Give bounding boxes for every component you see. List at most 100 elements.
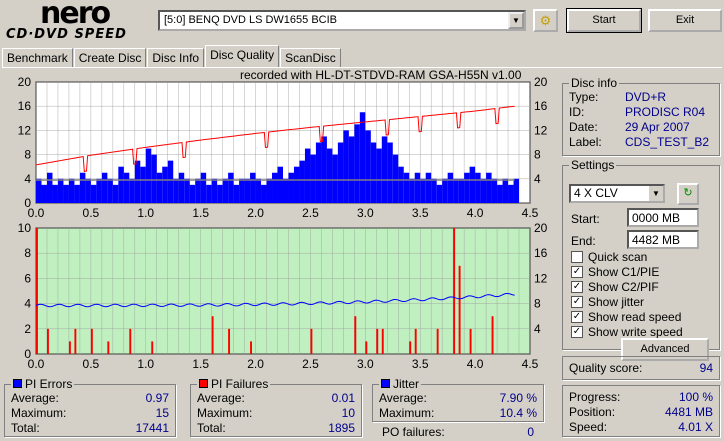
y2-tick-label: 20 <box>534 221 548 235</box>
pi-error-bar <box>337 142 344 203</box>
pi-failure-bar <box>46 328 49 354</box>
checkbox-icon[interactable]: ✓ <box>571 325 583 338</box>
pi-error-bar <box>162 166 168 203</box>
pi-error-bar <box>464 172 470 203</box>
pi-error-bar <box>359 112 366 203</box>
pi-error-bar <box>299 160 305 203</box>
stat-label: Date: <box>569 120 598 134</box>
chevron-down-icon[interactable]: ▼ <box>508 12 524 29</box>
pi-error-bar <box>508 184 514 203</box>
stat-row: Total: 17441 <box>11 421 169 436</box>
pi-error-bar <box>63 184 69 203</box>
y-tick-label: 4 <box>24 172 31 186</box>
stat-label: Maximum: <box>197 406 253 420</box>
pi-error-bar <box>57 178 64 203</box>
tab-create-disc[interactable]: Create Disc <box>73 48 147 67</box>
checkbox-quick-scan[interactable]: Quick scan <box>571 249 683 264</box>
pi-error-bar <box>513 178 520 203</box>
pi-failures-group: PI Failures Average: 0.01 Maximum: 10 Total: 1… <box>190 377 362 437</box>
pi-error-bar <box>107 178 113 203</box>
pi-error-bar <box>425 172 432 203</box>
pi-error-bar <box>178 172 185 203</box>
tab-disc-info[interactable]: Disc Info <box>147 48 205 67</box>
pi-failure-bar <box>354 316 357 354</box>
stat-value: 1895 <box>328 421 355 435</box>
tab-benchmark[interactable]: Benchmark <box>2 48 73 67</box>
pi-error-bar <box>244 178 251 203</box>
pi-error-bar <box>101 172 108 203</box>
x-tick-label: 2.5 <box>302 206 319 220</box>
stat-label: Progress: <box>569 390 621 404</box>
pi-error-bar <box>200 172 207 203</box>
pi-failure-bar <box>250 341 252 354</box>
stat-value: 7.90 % <box>499 391 537 405</box>
pi-error-bar <box>79 172 86 203</box>
x-tick-label: 0.5 <box>83 357 100 370</box>
pi-error-bar <box>310 154 316 203</box>
checkbox-show-c1-pie[interactable]: ✓ Show C1/PIE <box>571 264 683 279</box>
stat-row: Speed: 4.01 X <box>569 420 713 435</box>
chart-title: recorded with HL-DT-STDVD-RAM GSA-H55N v… <box>240 68 522 82</box>
quality-score-value: 94 <box>699 361 713 375</box>
checkbox-show-c2-pif[interactable]: ✓ Show C2/PIF <box>571 279 683 294</box>
pi-failure-bar <box>436 328 439 354</box>
stat-label: Maximum: <box>379 406 435 420</box>
x-tick-label: 0.5 <box>83 206 100 220</box>
refresh-icon[interactable]: ↻ <box>677 183 699 205</box>
pi-error-bar <box>354 124 360 203</box>
pi-failure-bar <box>129 328 132 354</box>
checkbox-show-read-speed[interactable]: ✓ Show read speed <box>571 309 683 324</box>
pi-error-bar <box>458 178 465 203</box>
speed-select[interactable]: 4 X CLV ▼ <box>569 184 665 203</box>
y-tick-label: 4 <box>24 297 31 311</box>
pi-failure-bar <box>365 341 368 354</box>
quality-score-label: Quality score: <box>569 361 643 375</box>
stat-label: Average: <box>379 391 427 405</box>
pi-error-bar <box>409 178 415 203</box>
pi-error-bar <box>381 136 388 203</box>
stat-value: 15 <box>155 406 169 420</box>
x-tick-label: 0.0 <box>28 206 45 220</box>
checkbox-icon[interactable]: ✓ <box>571 280 583 293</box>
x-tick-label: 4.5 <box>522 206 539 220</box>
y2-tick-label: 16 <box>534 246 548 260</box>
pi-failure-bar <box>409 341 412 354</box>
y-tick-label: 8 <box>24 148 31 162</box>
checkbox-icon[interactable] <box>571 250 583 263</box>
pi-error-bar <box>283 178 289 203</box>
pi-error-bar <box>140 166 146 203</box>
checkbox-icon[interactable]: ✓ <box>571 295 583 308</box>
end-label: End: <box>571 234 596 248</box>
checkbox-icon[interactable]: ✓ <box>571 310 583 323</box>
pi-error-bar <box>134 160 141 203</box>
stat-label: ID: <box>569 105 585 119</box>
end-input[interactable]: 4482 MB <box>627 230 699 249</box>
checkbox-show-jitter[interactable]: ✓ Show jitter <box>571 294 683 309</box>
stat-value: 29 Apr 2007 <box>625 120 690 134</box>
exit-button[interactable]: Exit <box>648 9 722 32</box>
pi-error-bar <box>167 160 174 203</box>
start-button[interactable]: Start <box>566 8 642 33</box>
pi-failure-bar <box>211 316 214 354</box>
pi-error-bar <box>321 136 327 203</box>
pi-error-bar <box>431 178 437 203</box>
drive-settings-icon[interactable]: ⚙ <box>533 9 558 32</box>
pi-error-bar <box>250 172 256 203</box>
start-input[interactable]: 0000 MB <box>627 208 699 227</box>
pi-failure-bar <box>458 265 461 354</box>
pi-error-bar <box>189 184 196 203</box>
pi-error-bar <box>206 184 212 203</box>
pi-error-bar <box>403 172 410 203</box>
y-tick-label: 20 <box>18 75 32 89</box>
stat-row: Progress: 100 % <box>569 390 713 405</box>
checkbox-icon[interactable]: ✓ <box>571 265 583 278</box>
drive-select[interactable]: [5:0] BENQ DVD LS DW1655 BCIB ▼ <box>158 10 526 31</box>
tab-disc-quality[interactable]: Disc Quality <box>205 45 280 67</box>
x-tick-label: 2.0 <box>247 357 264 370</box>
nero-logo: nero <box>40 0 111 31</box>
checkbox-show-write-speed[interactable]: ✓ Show write speed <box>571 324 683 339</box>
y2-tick-label: 12 <box>534 123 548 137</box>
x-tick-label: 1.5 <box>192 206 209 220</box>
tab-scandisc[interactable]: ScanDisc <box>280 48 341 67</box>
settings-group: Settings 4 X CLV ▼ ↻ Start: 0000 MB End: … <box>562 158 720 361</box>
